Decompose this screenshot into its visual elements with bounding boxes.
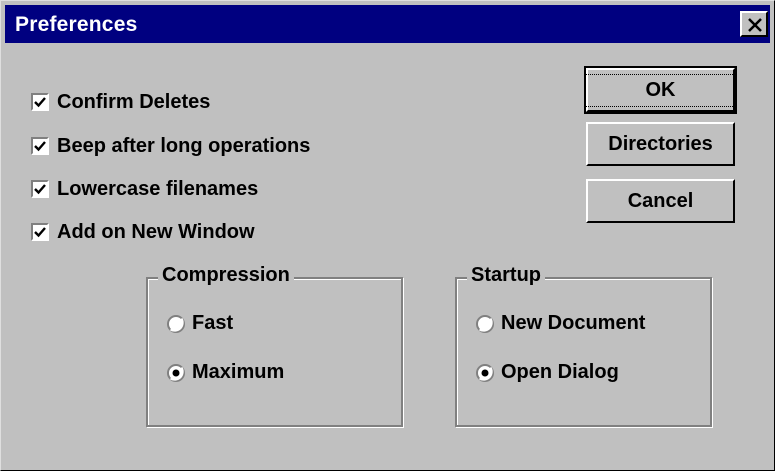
radio-option-open-dialog[interactable]: Open Dialog [475, 361, 619, 384]
radio-label: Open Dialog [501, 361, 619, 383]
close-button[interactable] [740, 11, 768, 37]
radio-option-fast[interactable]: Fast [166, 312, 233, 335]
option-confirm-deletes[interactable]: Confirm Deletes [31, 87, 210, 117]
startup-group-title: Startup [467, 264, 545, 287]
radio-label: Fast [192, 312, 234, 334]
ok-button[interactable]: OK [584, 66, 737, 114]
window-title: Preferences [15, 13, 138, 36]
cancel-button[interactable]: Cancel [586, 179, 735, 223]
option-label: Lowercase filenames [57, 177, 259, 200]
option-label: Add on New Window [57, 220, 255, 243]
checkbox-lowercase-filenames[interactable] [31, 180, 49, 198]
option-add-on-new-window[interactable]: Add on New Window [31, 217, 255, 247]
radio-option-maximum[interactable]: Maximum [166, 361, 284, 384]
checkmark-icon [34, 141, 46, 152]
checkbox-beep-after-long-operations[interactable] [31, 137, 49, 155]
checkmark-icon [34, 97, 46, 108]
cancel-button-label: Cancel [627, 189, 694, 212]
ok-button-label: OK [584, 73, 737, 107]
checkmark-icon [34, 227, 46, 238]
close-icon [748, 18, 762, 32]
title-bar[interactable]: Preferences [5, 5, 770, 43]
directories-button-label: Directories [608, 132, 713, 155]
option-label: Confirm Deletes [57, 90, 211, 113]
radio-label: Maximum [192, 361, 285, 383]
directories-button[interactable]: Directories [586, 122, 735, 166]
option-beep-after-long-operations[interactable]: Beep after long operations [31, 131, 310, 161]
radio-unselected-icon[interactable] [475, 314, 495, 334]
radio-selected-icon[interactable] [166, 363, 186, 383]
radio-selected-icon[interactable] [475, 363, 495, 383]
radio-label: New Document [501, 312, 646, 334]
checkbox-add-on-new-window[interactable] [31, 223, 49, 241]
compression-group: Compression Fast Maximum [146, 264, 403, 427]
option-label: Beep after long operations [57, 134, 311, 157]
radio-option-new-document[interactable]: New Document [475, 312, 645, 335]
checkmark-icon [34, 184, 46, 195]
checkbox-confirm-deletes[interactable] [31, 93, 49, 111]
radio-unselected-icon[interactable] [166, 314, 186, 334]
option-lowercase-filenames[interactable]: Lowercase filenames [31, 174, 258, 204]
compression-group-title: Compression [158, 264, 294, 287]
startup-group: Startup New Document Open Dialog [455, 264, 712, 427]
preferences-dialog: Preferences Confirm Deletes Beep after l… [0, 0, 775, 471]
